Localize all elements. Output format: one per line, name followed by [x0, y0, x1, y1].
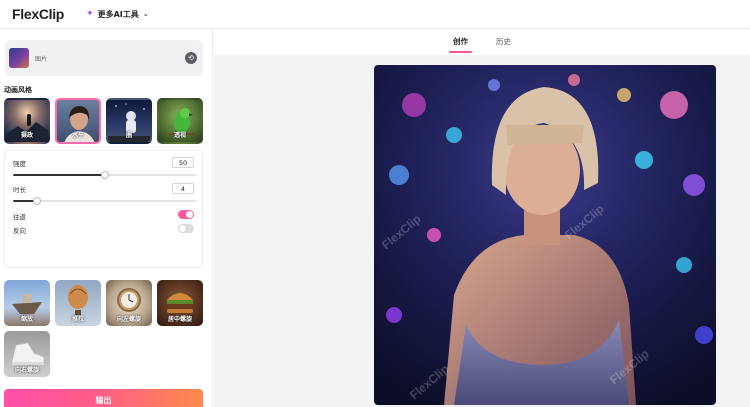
- preview-area: 创作 历史 FlexClip FlexClip FlexClip FlexCli…: [214, 29, 750, 407]
- motion-label: 向右螺旋: [14, 367, 39, 374]
- more-ai-tools-label: 更多AI工具: [97, 9, 139, 19]
- logo-text: FlexClip: [12, 6, 65, 22]
- tab-create[interactable]: 创作: [449, 29, 472, 55]
- strength-slider[interactable]: [13, 171, 196, 179]
- duration-slider[interactable]: [13, 197, 196, 205]
- motion-label: 缩放: [20, 316, 33, 323]
- animation-settings-panel: 强度 50 时长 4 往返 反向: [4, 150, 203, 268]
- tab-history[interactable]: 历史: [492, 29, 515, 55]
- reverse-toggle[interactable]: [178, 224, 194, 233]
- more-ai-tools-menu[interactable]: ✦ 更多AI工具 ⌄: [86, 9, 149, 20]
- motion-label: 向左螺旋: [116, 316, 141, 323]
- motion-card-zoom[interactable]: 缩放: [4, 280, 50, 326]
- loop-label: 往返: [13, 213, 26, 221]
- strength-input[interactable]: 50: [172, 157, 194, 168]
- style-label: 圈: [125, 132, 132, 139]
- toggle-knob: [186, 211, 193, 218]
- toggle-knob: [179, 225, 186, 232]
- style-card-horizontal[interactable]: 水平: [55, 98, 101, 144]
- motion-options: 缩放 推拉 向左螺旋 居中螺旋 向右螺旋: [4, 280, 208, 377]
- style-card-circle[interactable]: 圈: [106, 98, 152, 144]
- strength-slider-handle[interactable]: [100, 171, 109, 179]
- sparkle-icon: ✦: [86, 9, 94, 19]
- uploaded-image-thumbnail: [9, 48, 29, 68]
- tab-bar: 创作 历史: [214, 29, 750, 55]
- upload-label: 图片: [35, 55, 48, 63]
- animation-style-title: 动画风格: [4, 86, 32, 94]
- flexclip-logo[interactable]: FlexClip: [12, 6, 64, 22]
- generated-image-preview: FlexClip FlexClip FlexClip FlexClip: [374, 65, 716, 405]
- chevron-down-icon: ⌄: [142, 10, 149, 18]
- style-options: 摄政 水平 圈 透视: [4, 98, 204, 144]
- replace-image-icon[interactable]: ⟲: [185, 52, 197, 64]
- motion-card-spiral-left[interactable]: 向左螺旋: [106, 280, 152, 326]
- motion-card-push-pull[interactable]: 推拉: [55, 280, 101, 326]
- style-card-regency[interactable]: 摄政: [4, 98, 50, 144]
- strength-slider-fill: [13, 174, 105, 176]
- style-label: 水平: [71, 132, 84, 139]
- style-label: 透视: [173, 132, 186, 139]
- loop-toggle[interactable]: [178, 210, 194, 219]
- strength-label: 强度: [13, 160, 26, 168]
- duration-slider-handle[interactable]: [32, 197, 41, 205]
- portrait-image: FlexClip FlexClip FlexClip FlexClip: [374, 65, 716, 405]
- uploaded-image-box[interactable]: 图片 ⟲: [5, 40, 203, 76]
- duration-label: 时长: [13, 186, 26, 194]
- top-bar: FlexClip ✦ 更多AI工具 ⌄: [0, 0, 750, 29]
- style-label: 摄政: [20, 132, 33, 139]
- motion-card-spiral-right[interactable]: 向右螺旋: [4, 331, 50, 377]
- motion-label: 推拉: [71, 316, 84, 323]
- reverse-label: 反向: [13, 227, 26, 235]
- motion-label: 居中螺旋: [167, 316, 192, 323]
- motion-card-spiral-center[interactable]: 居中螺旋: [157, 280, 203, 326]
- left-panel: 图片 ⟲ 动画风格 摄政 水平 圈 透视 强度 50 时长 4 往返 反向 缩放…: [0, 29, 213, 407]
- export-button[interactable]: 输出: [4, 389, 203, 407]
- style-card-perspective[interactable]: 透视: [157, 98, 203, 144]
- duration-input[interactable]: 4: [172, 183, 194, 194]
